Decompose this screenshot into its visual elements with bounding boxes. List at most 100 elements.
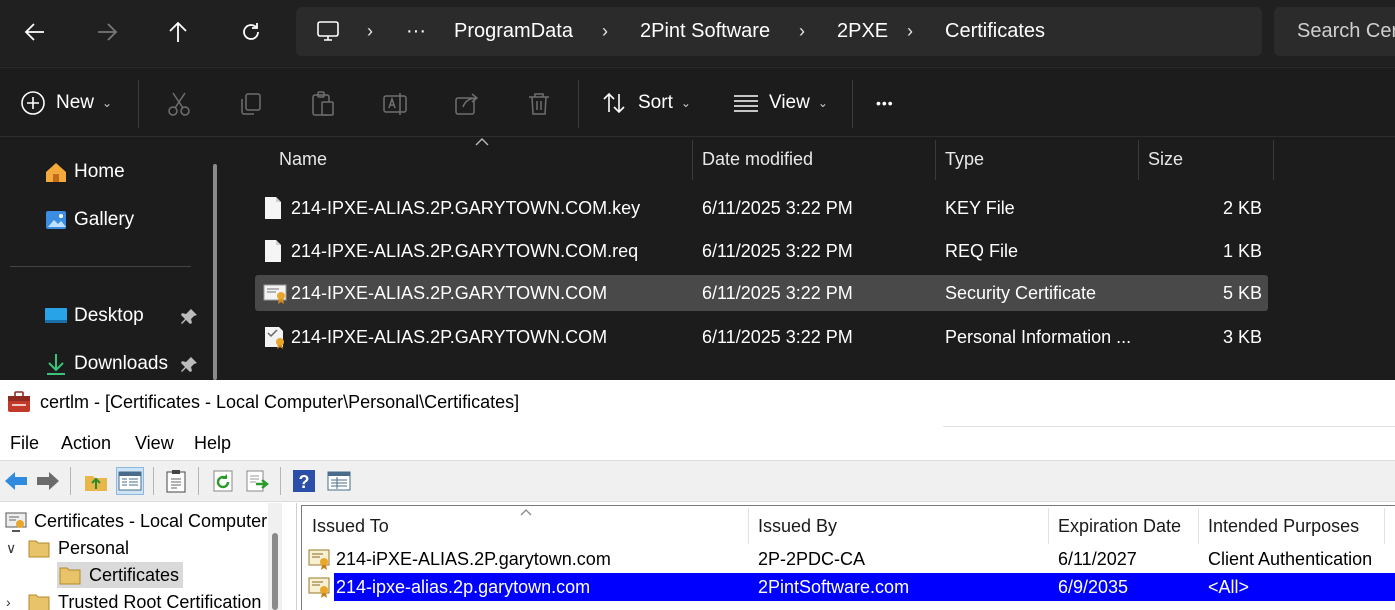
up-arrow-icon <box>169 21 187 42</box>
column-header-intended-purposes[interactable]: Intended Purposes <box>1208 506 1359 544</box>
show-hide-console-tree-icon[interactable] <box>116 467 144 495</box>
back-arrow-icon[interactable] <box>3 468 29 494</box>
divider <box>280 467 281 495</box>
breadcrumb-2pint-software[interactable]: 2Pint Software <box>640 7 770 56</box>
nav-desktop-label: Desktop <box>74 305 144 326</box>
tree-root-label: Certificates - Local Computer <box>34 510 268 531</box>
cert-issued-to: 214-ipxe-alias.2p.garytown.com <box>336 577 591 597</box>
menu-action[interactable]: Action <box>61 433 111 454</box>
column-divider[interactable] <box>1384 508 1385 544</box>
properties-icon[interactable] <box>326 468 352 494</box>
pin-icon[interactable] <box>180 356 198 374</box>
breadcrumb-2pxe[interactable]: 2PXE <box>837 7 888 56</box>
folder-icon <box>28 540 50 558</box>
pfx-icon <box>265 327 284 349</box>
column-divider[interactable] <box>1198 508 1199 544</box>
file-date: 6/11/2025 3:22 PM <box>702 283 853 303</box>
paste-icon[interactable] <box>309 90 337 118</box>
folder-icon <box>28 594 50 610</box>
chevron-right-icon: › <box>602 21 608 41</box>
breadcrumb-certificates[interactable]: Certificates <box>945 7 1045 56</box>
share-icon[interactable] <box>453 90 481 118</box>
cut-icon[interactable] <box>165 90 193 118</box>
divider <box>10 266 191 267</box>
chevron-right-icon: › <box>907 21 913 41</box>
forward-arrow-icon[interactable] <box>35 468 61 494</box>
column-divider[interactable] <box>935 140 936 180</box>
column-header-name[interactable]: Name <box>279 138 327 180</box>
menu-help[interactable]: Help <box>194 433 231 454</box>
tree-item-personal[interactable]: ∨ Personal <box>6 535 129 561</box>
clipboard-icon[interactable] <box>163 468 189 494</box>
view-button[interactable]: View ⌄ <box>733 86 828 120</box>
file-list: Name Date modified Type Size 214-IPXE-AL… <box>231 138 1395 380</box>
tree-item-trusted-root[interactable]: › Trusted Root Certification . <box>6 589 271 610</box>
column-header-date-modified[interactable]: Date modified <box>702 138 813 180</box>
refresh-icon[interactable] <box>211 468 237 494</box>
certificate-icon <box>263 284 287 304</box>
tree-trusted-root-label: Trusted Root Certification . <box>58 591 272 610</box>
file-date: 6/11/2025 3:22 PM <box>702 241 853 261</box>
rename-icon[interactable] <box>381 90 409 118</box>
column-header-expiration-date[interactable]: Expiration Date <box>1058 506 1181 544</box>
forward-button[interactable] <box>89 14 125 50</box>
column-divider[interactable] <box>1138 140 1139 180</box>
tree-item-certificates-local-computer[interactable]: Certificates - Local Computer <box>4 508 267 534</box>
nav-item-gallery[interactable]: Gallery <box>44 205 134 235</box>
file-name: 214-IPXE-ALIAS.2P.GARYTOWN.COM.key <box>291 198 641 218</box>
divider <box>578 80 579 128</box>
column-header-type[interactable]: Type <box>945 138 984 180</box>
window-title: certlm - [Certificates - Local Computer\… <box>40 392 520 412</box>
nav-home-label: Home <box>74 161 125 182</box>
file-row[interactable]: 214-IPXE-ALIAS.2P.GARYTOWN.COM.key 6/11/… <box>255 190 1268 226</box>
column-divider[interactable] <box>692 140 693 180</box>
help-icon[interactable]: ? <box>291 468 317 494</box>
more-options-button[interactable]: ••• <box>876 86 894 120</box>
nav-item-downloads[interactable]: Downloads <box>44 349 168 379</box>
tree-item-certificates[interactable]: Certificates <box>57 562 184 588</box>
back-button[interactable] <box>17 14 53 50</box>
certificate-row-selected[interactable]: 214-ipxe-alias.2p.garytown.com 2PintSoft… <box>302 573 1395 601</box>
search-input[interactable]: Search Certificates <box>1274 7 1395 56</box>
breadcrumb-more[interactable]: ··· <box>406 7 426 56</box>
column-header-issued-by[interactable]: Issued By <box>758 506 837 544</box>
breadcrumb-programdata[interactable]: ProgramData <box>454 7 573 56</box>
nav-item-desktop[interactable]: Desktop <box>44 301 144 331</box>
certificate-list: Issued To Issued By Expiration Date Inte… <box>301 505 1395 610</box>
chevron-down-icon[interactable]: ∨ <box>6 540 28 557</box>
forward-arrow-icon <box>98 23 118 41</box>
delete-icon[interactable] <box>525 90 553 118</box>
refresh-button[interactable] <box>233 14 269 50</box>
pin-icon[interactable] <box>180 308 198 326</box>
menu-file[interactable]: File <box>10 433 39 454</box>
certlm-app-icon <box>8 391 30 412</box>
file-row[interactable]: 214-IPXE-ALIAS.2P.GARYTOWN.COM.req 6/11/… <box>255 233 1268 269</box>
sort-label: Sort <box>638 92 673 113</box>
up-one-level-icon[interactable] <box>83 468 109 494</box>
up-button[interactable] <box>160 14 196 50</box>
file-type: KEY File <box>945 198 1015 218</box>
sort-button[interactable]: Sort ⌄ <box>602 86 691 120</box>
column-header-size[interactable]: Size <box>1148 138 1183 180</box>
menu-view[interactable]: View <box>135 433 174 454</box>
export-list-icon[interactable] <box>244 468 270 494</box>
certificate-row[interactable]: 214-iPXE-ALIAS.2P.garytown.com 2P-2PDC-C… <box>302 545 1395 573</box>
navigation-scrollbar[interactable] <box>213 164 217 380</box>
chevron-right-icon: › <box>367 21 373 41</box>
address-bar[interactable]: › ··· ProgramData › 2Pint Software › 2PX… <box>296 7 1262 56</box>
copy-icon[interactable] <box>237 90 265 118</box>
cert-purposes: <All> <box>1208 577 1250 597</box>
file-row-selected[interactable]: 214-IPXE-ALIAS.2P.GARYTOWN.COM 6/11/2025… <box>255 275 1268 311</box>
column-divider[interactable] <box>1048 508 1049 544</box>
nav-item-home[interactable]: Home <box>44 157 125 187</box>
column-divider[interactable] <box>1273 140 1274 180</box>
tree-scrollbar-thumb[interactable] <box>272 533 278 610</box>
column-divider[interactable] <box>748 508 749 544</box>
chevron-right-icon[interactable]: › <box>6 594 28 610</box>
view-label: View <box>769 92 810 113</box>
column-header-issued-to[interactable]: Issued To <box>312 506 389 544</box>
new-button[interactable]: New ⌄ <box>20 86 112 120</box>
file-size: 5 KB <box>1222 283 1262 303</box>
file-row[interactable]: 214-IPXE-ALIAS.2P.GARYTOWN.COM 6/11/2025… <box>255 319 1268 355</box>
tree-certificates-label: Certificates <box>89 564 180 585</box>
